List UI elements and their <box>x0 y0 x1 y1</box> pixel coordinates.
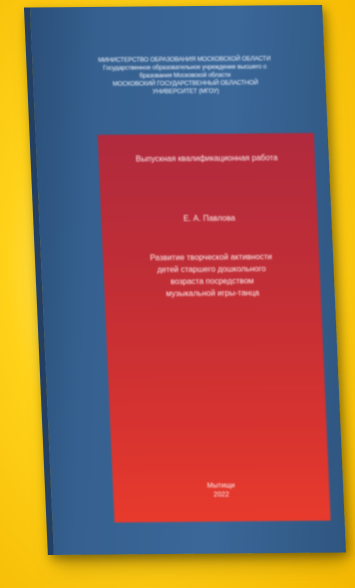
year: 2022 <box>213 491 230 499</box>
work-type: Выпускная квалификационная работа <box>135 153 278 164</box>
scene: МИНИСТЕРСТВО ОБРАЗОВАНИЯ МОСКОВСКОЙ ОБЛА… <box>0 0 355 588</box>
institution-header: МИНИСТЕРСТВО ОБРАЗОВАНИЯ МОСКОВСКОЙ ОБЛА… <box>52 55 318 97</box>
thesis-book-cover: МИНИСТЕРСТВО ОБРАЗОВАНИЯ МОСКОВСКОЙ ОБЛА… <box>23 4 347 556</box>
city-year: Мытищи 2022 <box>113 481 330 501</box>
author-name: Е. А. Павлова <box>183 213 236 224</box>
red-title-panel: Выпускная квалификационная работа Е. А. … <box>97 132 331 523</box>
thesis-topic: Развитие творческой активности детей ста… <box>103 251 321 301</box>
cover-content: МИНИСТЕРСТВО ОБРАЗОВАНИЯ МОСКОВСКОЙ ОБЛА… <box>30 5 346 555</box>
topic-line: музыкальной игры-танца <box>165 288 260 299</box>
header-line: УНИВЕРСИТЕТ (МГОУ) <box>152 87 220 96</box>
